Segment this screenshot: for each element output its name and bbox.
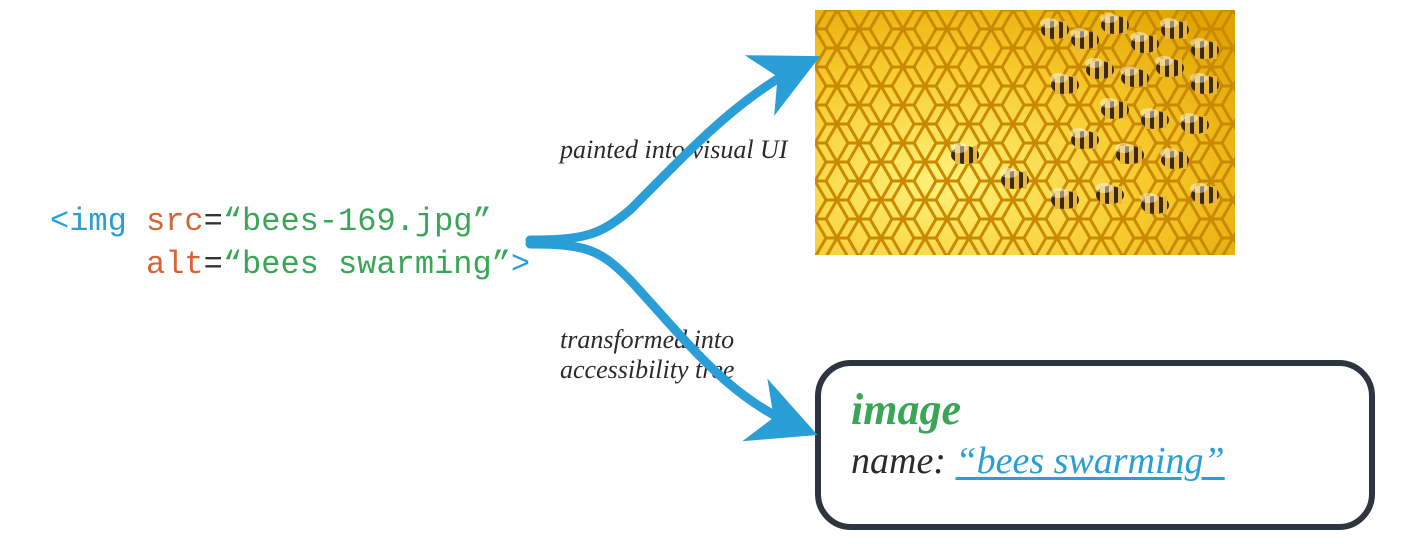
annotation-transformed-line2: accessibility tree xyxy=(560,355,734,384)
code-quote-open-2: “ xyxy=(223,246,242,283)
annotation-painted: painted into visual UI xyxy=(560,135,787,165)
annotation-transformed-line1: transformed into xyxy=(560,325,734,354)
code-eq-2: = xyxy=(204,246,223,283)
code-angle-close: > xyxy=(511,246,530,283)
code-attr-alt: alt xyxy=(146,246,204,283)
code-angle-open: < xyxy=(50,203,69,240)
code-quote-open-1: “ xyxy=(223,203,242,240)
code-attr-src: src xyxy=(146,203,204,240)
a11y-name-label: name: xyxy=(851,440,955,482)
a11y-name-line: name: “bees swarming” xyxy=(851,439,1339,483)
code-quote-close-2: ” xyxy=(492,246,511,283)
accessibility-tree-node: image name: “bees swarming” xyxy=(815,360,1375,530)
annotation-transformed: transformed into accessibility tree xyxy=(560,325,734,385)
code-src-value: bees-169.jpg xyxy=(242,203,472,240)
a11y-name-value: “bees swarming” xyxy=(955,440,1224,482)
code-alt-value: bees swarming xyxy=(242,246,492,283)
diagram-stage: <img src=“bees-169.jpg” alt=“bees swarmi… xyxy=(0,0,1414,544)
code-snippet: <img src=“bees-169.jpg” alt=“bees swarmi… xyxy=(50,200,530,286)
code-quote-close-1: ” xyxy=(472,203,491,240)
bees-photo xyxy=(815,10,1235,255)
code-tag-name: img xyxy=(69,203,127,240)
code-eq-1: = xyxy=(204,203,223,240)
a11y-role: image xyxy=(851,384,1339,435)
